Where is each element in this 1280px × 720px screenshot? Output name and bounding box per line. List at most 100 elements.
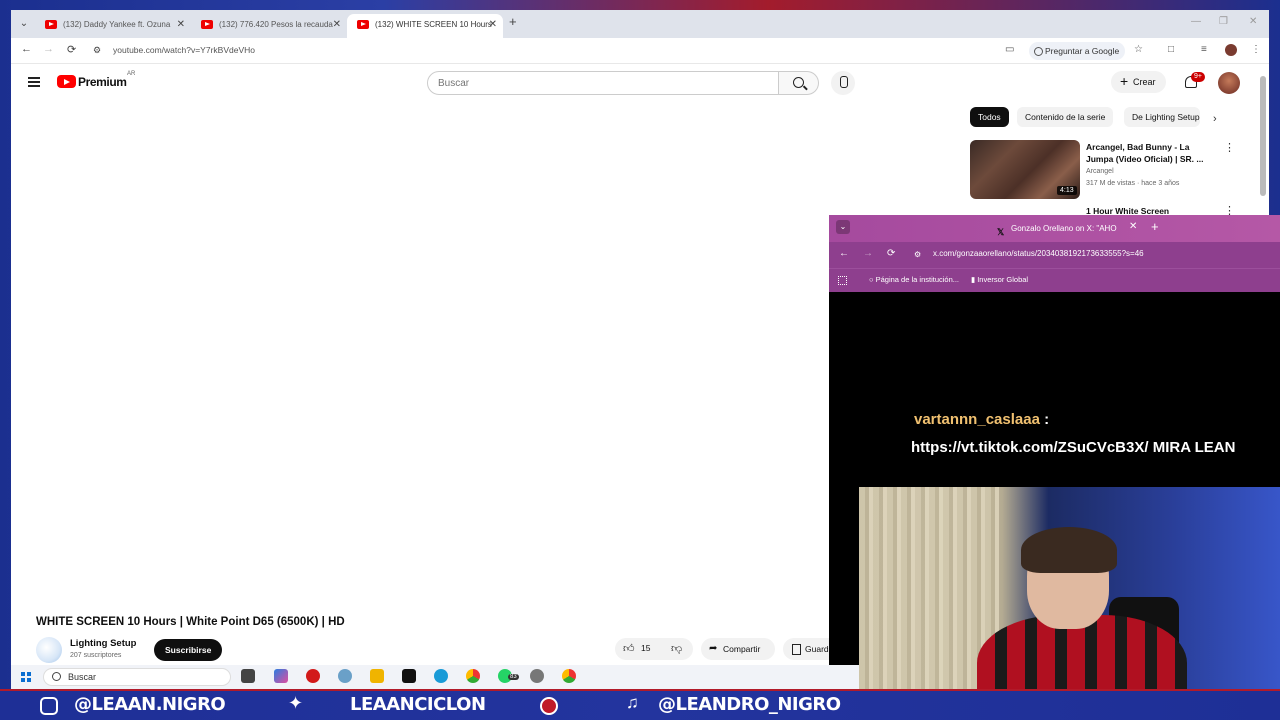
tiktok-icon[interactable] [402, 669, 416, 683]
tab-label: (132) Daddy Yankee ft. Ozuna [63, 20, 171, 29]
tab-x-post[interactable]: 𝕏 Gonzalo Orellano on X: "AHO [993, 220, 1143, 242]
share-button[interactable]: Compartir [701, 638, 775, 660]
reload-icon[interactable]: ⟳ [887, 248, 895, 259]
close-window-icon[interactable]: ✕ [1249, 16, 1257, 27]
chip-lighting-setup[interactable]: De Lighting Setup [1124, 107, 1200, 127]
menu-icon[interactable] [28, 77, 40, 87]
new-tab-button[interactable]: + [1151, 219, 1159, 234]
recommendation-channel[interactable]: Arcangel [1086, 168, 1114, 175]
chat-message: https://vt.tiktok.com/ZSuCVcB3X/ MIRA LE… [911, 439, 1236, 456]
chat-username: vartannn_caslaaa : [914, 411, 1049, 428]
forward-icon[interactable]: → [863, 248, 873, 259]
tab-white-screen[interactable]: (132) WHITE SCREEN 10 Hours ✕ [347, 14, 503, 38]
apps-grid-icon[interactable] [838, 276, 847, 285]
chrome-icon[interactable] [466, 669, 480, 683]
channel-subscribers: 207 suscriptores [70, 652, 122, 659]
minimize-icon[interactable]: — [1191, 16, 1201, 27]
channel-avatar[interactable] [36, 637, 62, 663]
more-options-icon[interactable]: ⋮ [1224, 141, 1235, 154]
back-icon[interactable]: ← [21, 43, 32, 55]
bookmark-label: Página de la institución... [875, 275, 960, 284]
page-scrollbar[interactable] [1260, 76, 1266, 196]
opera-icon[interactable] [306, 669, 320, 683]
video-player[interactable] [11, 106, 829, 611]
forward-icon[interactable]: → [43, 43, 54, 55]
search-button[interactable] [779, 71, 819, 95]
youtube-favicon-icon [357, 20, 369, 29]
youtube-brand[interactable]: Premium [78, 75, 127, 89]
channel-name[interactable]: Lighting Setup [70, 638, 137, 649]
tab-pesos-recauda[interactable]: (132) 776.420 Pesos la recauda ✕ [191, 14, 347, 38]
whatsapp-badge: 83 [508, 674, 519, 680]
windows-start-icon[interactable] [21, 672, 31, 682]
close-tab-icon[interactable]: ✕ [489, 14, 497, 36]
windows-taskbar: Buscar 83 [11, 665, 859, 689]
like-dislike-group: 👍︎ 15 👎︎ [615, 638, 693, 660]
app-icon[interactable] [338, 669, 352, 683]
bookmarks-bar: ○ Página de la institución... ▮ Inversor… [829, 268, 1280, 292]
subscribe-button[interactable]: Suscribirse [154, 639, 223, 661]
bookmark-label: Inversor Global [977, 275, 1029, 284]
like-count: 15 [641, 643, 651, 653]
bookmark-inversor-global[interactable]: ▮ Inversor Global [971, 275, 1028, 284]
cast-icon[interactable]: ▭ [1005, 44, 1014, 55]
address-bar: ← → ⟳ ⚙ youtube.com/watch?v=Y7rkBVdeVHo … [11, 38, 1269, 64]
edge-icon[interactable] [434, 669, 448, 683]
twitter-bird-icon: ✦ [288, 693, 304, 713]
bookmark-institucion[interactable]: ○ Página de la institución... [869, 275, 959, 284]
ask-google-button[interactable]: Preguntar a Google [1029, 42, 1126, 60]
chip-series[interactable]: Contenido de la serie [1017, 107, 1114, 127]
instagram-icon [40, 697, 58, 715]
chip-todos[interactable]: Todos [970, 107, 1009, 127]
tab-label: Gonzalo Orellano on X: "AHO [1011, 224, 1117, 233]
like-icon[interactable]: 👍︎ [623, 642, 635, 655]
youtube-header: Premium AR Crear 9+ [11, 65, 1269, 105]
site-info-icon[interactable]: ⚙ [914, 250, 921, 259]
tab-search-dropdown[interactable]: ⌄ [836, 220, 850, 234]
app-icon[interactable] [530, 669, 544, 683]
tab-search-dropdown[interactable]: ⌄ [16, 16, 32, 32]
create-button[interactable]: Crear [1111, 70, 1166, 93]
tab-bar: ⌄ (132) Daddy Yankee ft. Ozuna ✕ (132) 7… [11, 10, 1269, 38]
url-field[interactable]: x.com/gonzaaorellano/status/203403819217… [933, 249, 1144, 258]
x-logo-icon: 𝕏 [997, 227, 1005, 237]
copilot-icon[interactable] [274, 669, 288, 683]
bookmark-star-icon[interactable]: ☆ [1134, 44, 1143, 55]
floating-address-bar: ← → ⟳ ⚙ x.com/gonzaaorellano/status/2034… [829, 242, 1280, 268]
browser-profile-avatar[interactable] [1225, 44, 1237, 56]
club-crest-icon [540, 697, 558, 715]
recommendation-title[interactable]: Arcangel, Bad Bunny - La Jumpa (Video Of… [1086, 141, 1211, 165]
close-tab-icon[interactable]: ✕ [177, 14, 185, 36]
taskbar-search[interactable]: Buscar [43, 668, 231, 686]
browser-menu-icon[interactable]: ⋮ [1251, 44, 1261, 55]
task-view-icon[interactable] [241, 669, 255, 683]
tab-label: (132) WHITE SCREEN 10 Hours [375, 20, 492, 29]
close-tab-icon[interactable]: ✕ [1129, 221, 1137, 232]
user-avatar[interactable] [1218, 72, 1240, 94]
voice-search-button[interactable] [831, 71, 855, 95]
social-banner: @LEAAN.NIGRO ✦ LEAANCICLON ♫ @LEANDRO_NI… [0, 689, 1280, 720]
url-field[interactable]: youtube.com/watch?v=Y7rkBVdeVHo [113, 45, 255, 55]
chevron-right-icon[interactable]: › [1213, 113, 1217, 125]
youtube-favicon-icon [45, 20, 57, 29]
youtube-favicon-icon [201, 20, 213, 29]
video-duration: 4:13 [1057, 186, 1077, 195]
youtube-logo-icon[interactable] [57, 75, 76, 88]
site-info-icon[interactable]: ⚙ [93, 45, 101, 56]
new-tab-button[interactable]: + [509, 14, 517, 29]
close-tab-icon[interactable]: ✕ [333, 14, 341, 36]
maximize-icon[interactable]: ❐ [1219, 16, 1228, 27]
back-icon[interactable]: ← [839, 248, 849, 259]
notification-badge: 9+ [1191, 72, 1205, 82]
extensions-icon[interactable]: □ [1168, 44, 1174, 55]
chat-username-text: vartannn_caslaaa [914, 411, 1040, 428]
search-input[interactable] [427, 71, 779, 95]
tab-daddy-yankee[interactable]: (132) Daddy Yankee ft. Ozuna ✕ [35, 14, 191, 38]
reload-icon[interactable]: ⟳ [67, 43, 76, 56]
file-explorer-icon[interactable] [370, 669, 384, 683]
video-title: WHITE SCREEN 10 Hours | White Point D65 … [36, 616, 345, 628]
twitter-handle: LEAANCICLON [350, 694, 486, 715]
media-control-icon[interactable]: ≡ [1201, 44, 1207, 55]
chrome-icon[interactable] [562, 669, 576, 683]
dislike-icon[interactable]: 👎︎ [671, 642, 682, 655]
